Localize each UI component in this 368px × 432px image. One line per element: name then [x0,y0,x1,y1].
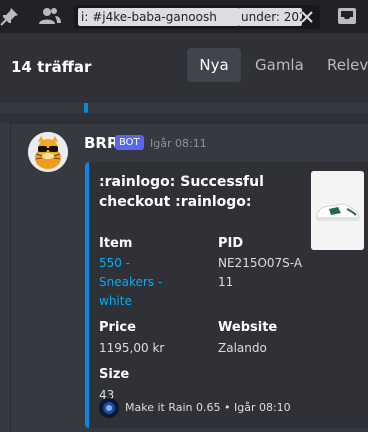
message-timestamp: Igår 08:11 [150,137,207,150]
members-icon[interactable] [37,6,61,26]
field-item-name: Item [99,236,133,251]
embed-accent-bar [84,103,88,113]
result-divider [0,113,368,123]
field-pid-value: NE215O07S-A11 [218,256,303,289]
top-bar: i: #j4ke-baba-ganoosh under: 2021- [0,0,368,33]
inbox-icon[interactable] [336,5,358,27]
search-result-message[interactable]: BRR BOT Igår 08:11 :rainlogo: Successful… [10,123,368,432]
footer-rain-icon [99,398,119,418]
tab-relevant[interactable]: Releva [327,48,368,82]
sneaker-icon [311,171,364,250]
field-price-name: Price [99,320,136,335]
avatar[interactable] [28,132,68,172]
tab-oldest[interactable]: Gamla [255,48,304,82]
field-website-value: Zalando [218,341,267,355]
result-count: 14 träffar [11,58,92,76]
embed-footer: Make it Rain 0.65 • Igår 08:10 [125,401,291,414]
field-item-value[interactable]: 550 - Sneakers - white [99,254,171,311]
tab-newest[interactable]: Nya [187,48,241,82]
search-filter-date[interactable]: under: 2021- [238,8,302,26]
close-icon[interactable] [298,8,316,26]
bot-badge: BOT [115,135,144,150]
previous-result[interactable] [0,103,368,113]
search-input[interactable]: i: #j4ke-baba-ganoosh under: 2021- [74,5,320,29]
embed-title: :rainlogo: Successful checkout :rainlogo… [99,174,264,210]
field-price-value: 1195,00 kr [99,341,165,355]
embed: :rainlogo: Successful checkout :rainlogo… [85,162,368,428]
embed-thumbnail[interactable] [311,171,364,250]
embed-accent-bar [85,162,89,428]
field-website-name: Website [218,320,278,335]
field-pid-name: PID [218,236,244,251]
garfield-avatar-icon [28,132,68,172]
search-filter-channel[interactable]: i: #j4ke-baba-ganoosh [78,8,239,26]
field-size-name: Size [99,367,130,382]
search-results-header: 14 träffar Nya Gamla Releva [0,33,368,103]
pin-icon[interactable] [0,6,20,26]
username[interactable]: BRR [84,134,119,152]
